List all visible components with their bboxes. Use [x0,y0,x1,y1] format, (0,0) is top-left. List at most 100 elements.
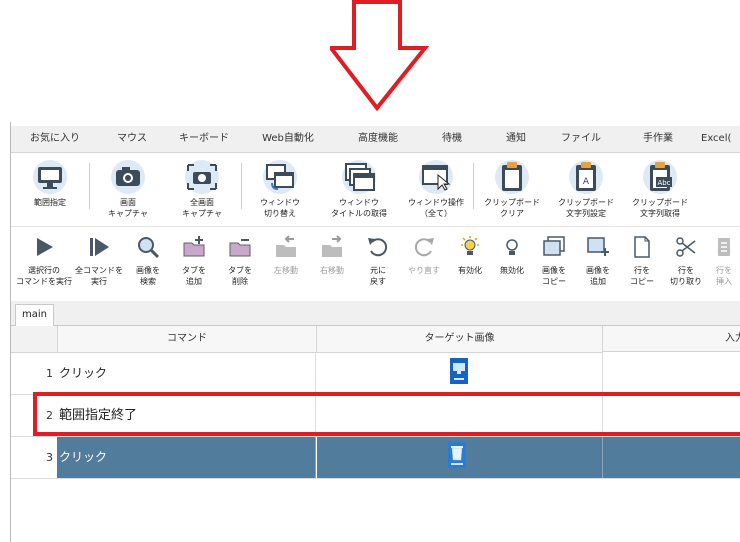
run-selected-button[interactable]: 選択行の コマンドを実行 [15,235,73,299]
enable-button[interactable]: 有効化 [447,235,493,299]
folder-remove-icon [229,239,251,257]
magnifier-icon [138,237,160,259]
menu-web-automation[interactable]: Web自動化 [253,126,323,152]
tab-strip: main [11,301,740,326]
redo-button[interactable]: やり直す [401,235,447,299]
window-operation-button[interactable]: ウィンドウ操作 （全て） [401,159,471,225]
camera-icon [111,160,145,194]
row-copy-icon [634,236,650,258]
ribbon-label: ウィンドウ タイトルの取得 [331,198,387,218]
window-switch-button[interactable]: ウィンドウ 切り替え [245,159,315,225]
table-row[interactable]: 3 クリック [11,437,740,479]
ribbon-divider [89,163,90,209]
command-grid: コマンド ターゲット画像 入力 1 クリック 2 範囲指定終了 3 [11,326,740,542]
toolbar-label: 画像を 追加 [586,266,610,286]
ribbon-label: ウィンドウ操作 （全て） [408,198,464,218]
image-add-icon [587,237,609,256]
add-tab-button[interactable]: タブを 追加 [171,235,217,299]
move-right-button[interactable]: 右移動 [309,235,355,299]
command-cell[interactable]: 範囲指定終了 [57,395,316,436]
clipboard-set-button[interactable]: A クリップボード 文字列設定 [551,159,621,225]
toolbar-label: 選択行の コマンドを実行 [16,266,72,286]
move-left-button[interactable]: 左移動 [263,235,309,299]
screen-capture-button[interactable]: 画面 キャプチャ [93,159,163,225]
fullscreen-capture-button[interactable]: 全画面 キャプチャ [167,159,237,225]
menu-mouse[interactable]: マウス [103,126,161,152]
toolbar-label: 右移動 [320,266,344,275]
target-image-cell[interactable] [317,437,603,478]
insert-row-button[interactable]: 行を 挿入 [707,235,740,299]
ribbon-label: クリップボード 文字列設定 [558,198,614,218]
ribbon-label: ウィンドウ 切り替え [260,198,300,218]
clipboard-get-icon: Abc [643,160,677,194]
image-search-button[interactable]: 画像を 検索 [125,235,171,299]
bulb-off-icon [506,239,518,255]
scissors-icon [676,237,696,257]
clipboard-clear-button[interactable]: クリップボード クリア [477,159,547,225]
ribbon-label: 画面 キャプチャ [108,198,148,218]
window-switch-icon [263,160,297,194]
table-row[interactable]: 2 範囲指定終了 [11,395,740,437]
menu-notify[interactable]: 通知 [491,126,541,152]
input-cell[interactable] [603,353,740,394]
target-image-cell[interactable] [317,395,603,436]
ribbon-divider [241,163,242,209]
window-title-icon [342,160,376,194]
toolbar-label: やり直す [408,266,440,275]
command-cell[interactable]: クリック [57,437,316,478]
toolbar-label: 無効化 [500,266,524,275]
menu-favorites[interactable]: お気に入り [25,126,85,152]
toolbar: 選択行の コマンドを実行 全コマンドを 実行 画像を 検索 タブを 追加 タブを… [11,226,740,299]
fullscreen-camera-icon [185,160,219,194]
menu-excel[interactable]: Excel( [701,126,740,152]
add-image-button[interactable]: 画像を 追加 [575,235,621,299]
delete-tab-button[interactable]: タブを 削除 [217,235,263,299]
toolbar-label: 元に 戻す [370,266,386,286]
toolbar-label: 左移動 [274,266,298,275]
copy-row-button[interactable]: 行を コピー [619,235,665,299]
column-header-target-image[interactable]: ターゲット画像 [317,326,603,353]
desktop-monitor-thumbnail-icon [450,358,468,384]
table-row[interactable]: 1 クリック [11,353,740,395]
run-all-button[interactable]: 全コマンドを 実行 [73,235,125,299]
menu-file[interactable]: ファイル [551,126,611,152]
move-right-icon [322,235,342,257]
play-icon [37,238,53,256]
row-number: 1 [46,367,53,380]
row-number: 2 [46,409,53,422]
menu-keyboard[interactable]: キーボード [171,126,237,152]
disable-button[interactable]: 無効化 [489,235,535,299]
move-left-icon [276,235,296,257]
play-all-icon [90,238,109,256]
svg-text:A: A [583,177,590,187]
recycle-bin-thumbnail-icon [448,442,466,468]
image-copy-icon [543,236,565,256]
svg-text:Abc: Abc [657,179,670,187]
cut-row-button[interactable]: 行を 切り取り [663,235,709,299]
ribbon-large-buttons: 範囲指定 画面 キャプチャ 全画面 キャプチャ ウィンドウ 切り替え ウィンドウ… [11,153,740,225]
window-title-button[interactable]: ウィンドウ タイトルの取得 [319,159,399,225]
column-header-input[interactable]: 入力 [603,326,740,352]
undo-icon [368,238,388,257]
tab-main[interactable]: main [15,304,54,326]
input-cell[interactable] [603,395,740,436]
row-insert-icon [718,238,730,256]
range-select-button[interactable]: 範囲指定 [15,159,85,225]
command-cell[interactable]: クリック [57,353,316,394]
copy-image-button[interactable]: 画像を コピー [531,235,577,299]
input-cell[interactable] [603,437,740,478]
menu-wait[interactable]: 待機 [427,126,477,152]
clipboard-get-button[interactable]: Abc クリップボード 文字列取得 [625,159,695,225]
clipboard-set-icon: A [569,160,603,194]
app-window: お気に入り マウス キーボード Web自動化 高度機能 待機 通知 ファイル 手… [10,122,740,542]
menu-advanced[interactable]: 高度機能 [343,126,413,152]
toolbar-label: 画像を 検索 [136,266,160,286]
toolbar-label: タブを 追加 [182,266,206,286]
annotation-arrow-icon [330,0,430,112]
undo-button[interactable]: 元に 戻す [355,235,401,299]
menu-manual[interactable]: 手作業 [629,126,687,152]
target-image-cell[interactable] [317,353,603,394]
column-header-command[interactable]: コマンド [58,326,317,353]
folder-add-icon [183,236,205,257]
toolbar-label: 全コマンドを 実行 [75,266,123,286]
